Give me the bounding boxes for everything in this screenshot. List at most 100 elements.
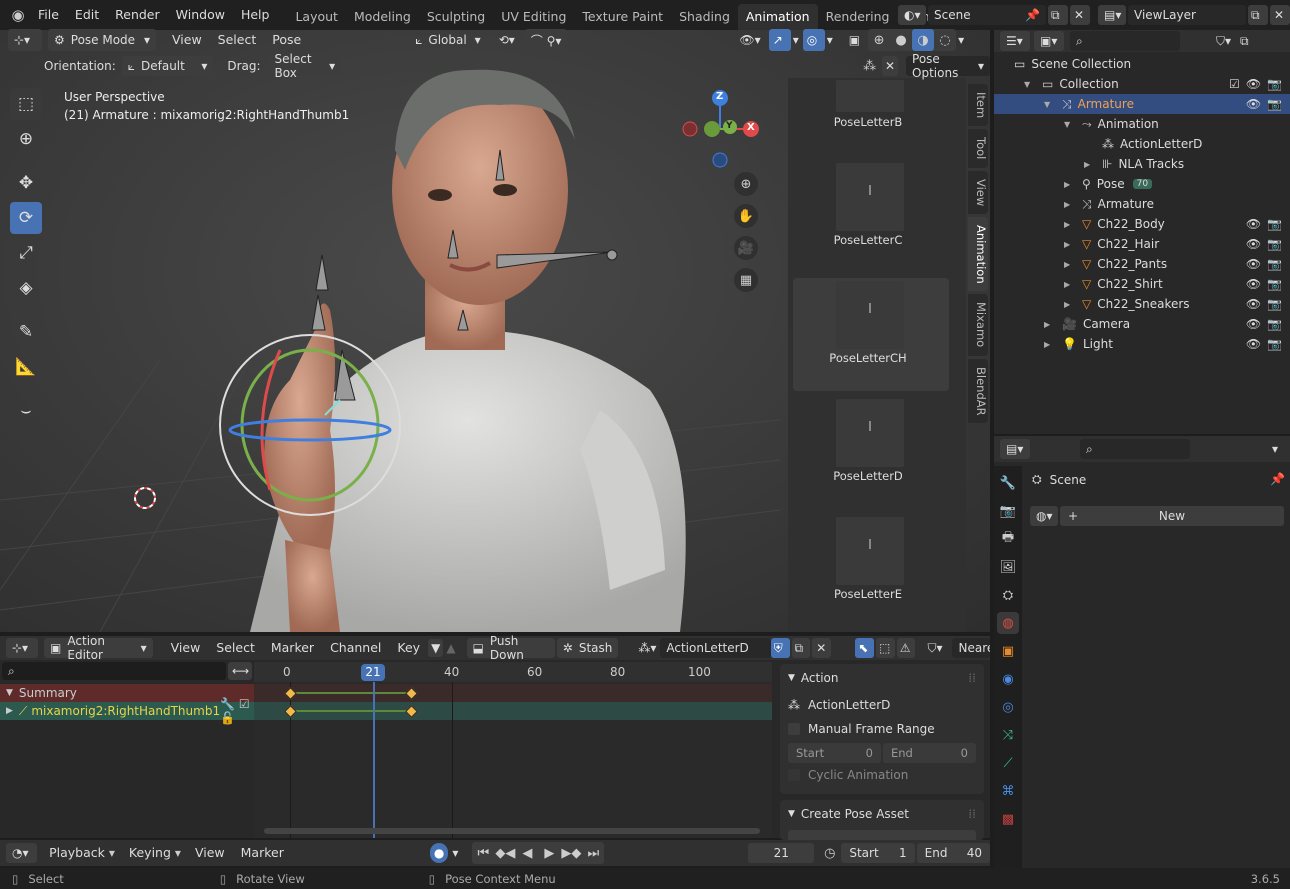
outliner-row[interactable]: ▶ ▽ Ch22_Body 👁 📷 (994, 214, 1290, 234)
scene-type-icon[interactable]: ◐▾ (898, 5, 926, 25)
measure-tool-icon[interactable]: 📐 (10, 351, 42, 383)
bone-channel[interactable]: ▶ ⟋ mixamorig2:RightHandThumb1 🔧 ☑ 🔓 (0, 697, 254, 725)
drag-setting-dropdown[interactable]: Select Box ▾ (268, 52, 342, 80)
shading-dropdown-icon[interactable]: ▾ (956, 29, 966, 51)
action-editor-menu[interactable]: Select (208, 636, 263, 660)
workspace-tab[interactable]: Layout (287, 4, 346, 30)
horizontal-scrollbar[interactable] (264, 828, 760, 834)
action-name-field[interactable]: ActionLetterD (660, 638, 771, 658)
render-camera-icon[interactable]: 📷 (1267, 297, 1282, 311)
eye-icon[interactable]: 👁 (1246, 97, 1261, 111)
outliner-row[interactable]: ⁂ ActionLetterD (994, 134, 1290, 154)
workspace-tab[interactable]: Sculpting (419, 4, 493, 30)
workspace-tab[interactable]: Texture Paint (574, 4, 671, 30)
prev-keyframe-icon[interactable]: ◆◀ (494, 842, 516, 864)
overlay-dropdown-icon[interactable]: ▾ (825, 29, 835, 51)
expand-arrow-icon[interactable]: ▶ (1064, 260, 1076, 269)
outliner-row[interactable]: ▶ ⊪ NLA Tracks (994, 154, 1290, 174)
pose-label[interactable]: PoseLetterE (793, 587, 943, 601)
outliner-editor-icon[interactable]: ☰▾ (1000, 31, 1030, 51)
mode-dropdown[interactable]: ⚙ Pose Mode ▾ (48, 29, 156, 51)
tool-tab-icon[interactable]: 🔧 (997, 472, 1019, 494)
pose-thumbnail[interactable] (836, 517, 904, 585)
visibility-icon[interactable]: 👁▾ (733, 29, 766, 51)
outliner-search-input[interactable]: ⌕ (1070, 31, 1180, 51)
menu-help[interactable]: Help (233, 0, 278, 30)
armature-data-tab-icon[interactable]: ⤨ (997, 724, 1019, 746)
show-hidden-icon[interactable]: ⬚ (875, 638, 895, 658)
pan-hand-icon[interactable]: ✋ (734, 204, 758, 228)
transform-tool-icon[interactable]: ◈ (10, 272, 42, 304)
outliner-row[interactable]: ▼ ⤳ Animation (994, 114, 1290, 134)
expand-arrow-icon[interactable]: ▶ (1084, 160, 1096, 169)
menu-window[interactable]: Window (168, 0, 233, 30)
sidebar-tab[interactable]: Tool (968, 129, 988, 168)
expand-arrow-icon[interactable]: ▶ (1064, 240, 1076, 249)
only-errors-icon[interactable]: ⚠ (896, 638, 916, 658)
fake-user-icon[interactable]: ⛨ (770, 638, 790, 658)
viewport-menu-view[interactable]: View (164, 28, 210, 52)
new-collection-icon[interactable]: ⧉ (1237, 31, 1257, 51)
viewport-menu-pose[interactable]: Pose (264, 28, 309, 52)
overlay-toggle-icon[interactable]: ◎ (802, 29, 825, 51)
outliner-row[interactable]: ▶ ⚲ Pose 70 (994, 174, 1290, 194)
jump-start-icon[interactable]: ⏮ (472, 842, 494, 864)
new-world-button[interactable]: + New (1060, 506, 1284, 526)
cursor-tool-icon[interactable]: ⊕ (10, 123, 42, 155)
keying-dropdown-icon[interactable]: ▾ (448, 843, 462, 863)
output-tab-icon[interactable]: 🖶 (997, 528, 1019, 550)
filter-dropdown-icon[interactable]: ⛉▾ (921, 638, 948, 658)
zoom-icon[interactable]: ⊕ (734, 172, 758, 196)
rotate-tool-icon[interactable]: ⟳ (10, 202, 42, 234)
viewport[interactable]: User Perspective (21) Armature : mixamor… (0, 30, 990, 632)
sidebar-tab[interactable]: Animation (968, 216, 988, 292)
checkbox-icon[interactable]: ☑ (1229, 77, 1240, 91)
annotate-tool-icon[interactable]: ✎ (10, 316, 42, 348)
properties-dropdown-icon[interactable]: ▾ (1266, 439, 1284, 459)
expand-arrow-icon[interactable]: ▶ (1064, 180, 1076, 189)
camera-view-icon[interactable]: 🎥 (734, 236, 758, 260)
render-camera-icon[interactable]: 📷 (1267, 317, 1282, 331)
new-action-icon[interactable]: ⧉ (791, 638, 811, 658)
eye-icon[interactable]: 👁 (1246, 77, 1261, 91)
action-editor-menu[interactable]: Key (389, 636, 428, 660)
world-browse-icon[interactable]: ◍▾ (1030, 506, 1058, 526)
bone-tab-icon[interactable]: ⟋ (997, 752, 1019, 774)
current-frame-field[interactable]: 21 (748, 843, 815, 863)
cyclic-animation-checkbox[interactable]: Cyclic Animation (788, 764, 976, 786)
world-tab-icon[interactable]: ◍ (997, 612, 1019, 634)
channel-search-input[interactable]: ⌕ (2, 662, 226, 680)
workspace-tab[interactable]: Modeling (346, 4, 419, 30)
auto-keying-icon[interactable]: ● (429, 843, 449, 863)
start-frame-field[interactable]: Start 1 (841, 843, 915, 863)
sidebar-tab[interactable]: View (968, 170, 988, 214)
wireframe-shading-icon[interactable]: ⊕ (868, 29, 890, 51)
pose-label[interactable]: PoseLetterD (793, 469, 943, 483)
scale-tool-icon[interactable]: ⤢ (10, 237, 42, 269)
scene-tab-icon[interactable]: ⛭ (997, 584, 1019, 606)
action-down-icon[interactable]: ▲ (443, 639, 458, 657)
close-pose-options-icon[interactable]: ✕ (882, 56, 899, 76)
workspace-tab[interactable]: Rendering (818, 4, 898, 30)
material-shading-icon[interactable]: ◑ (912, 29, 935, 51)
pose-options-dropdown[interactable]: Pose Options ▾ (906, 52, 990, 80)
menu-render[interactable]: Render (107, 0, 168, 30)
outliner-row[interactable]: ▶ ▽ Ch22_Hair 👁 📷 (994, 234, 1290, 254)
eye-icon[interactable]: 👁 (1246, 277, 1261, 291)
expand-arrow-icon[interactable]: ▶ (1064, 200, 1076, 209)
view-layer-icon[interactable]: ▤▾ (1098, 5, 1126, 25)
action-browse-icon[interactable]: ⁂▾ (632, 638, 660, 658)
next-keyframe-icon[interactable]: ▶◆ (560, 842, 582, 864)
outliner-row[interactable]: ▶ ▽ Ch22_Pants 👁 📷 (994, 254, 1290, 274)
display-mode-icon[interactable]: ▣▾ (1034, 31, 1064, 51)
texture-tab-icon[interactable]: ▩ (997, 808, 1019, 830)
pose-asset-icon[interactable]: ⁂ (859, 55, 880, 77)
dopesheet-editor-icon[interactable]: ⊹▾ (6, 638, 39, 658)
new-view-layer-icon[interactable]: ⧉ (1248, 5, 1268, 25)
expand-arrow-icon[interactable]: ▶ (1044, 320, 1056, 329)
select-box-tool-icon[interactable]: ⬚ (10, 88, 42, 120)
workspace-tab[interactable]: Shading (671, 4, 738, 30)
xray-icon[interactable]: ▣ (843, 29, 866, 51)
orientation-dropdown[interactable]: ⟀ Global ▾ (409, 29, 487, 51)
render-tab-icon[interactable]: 📷 (997, 500, 1019, 522)
